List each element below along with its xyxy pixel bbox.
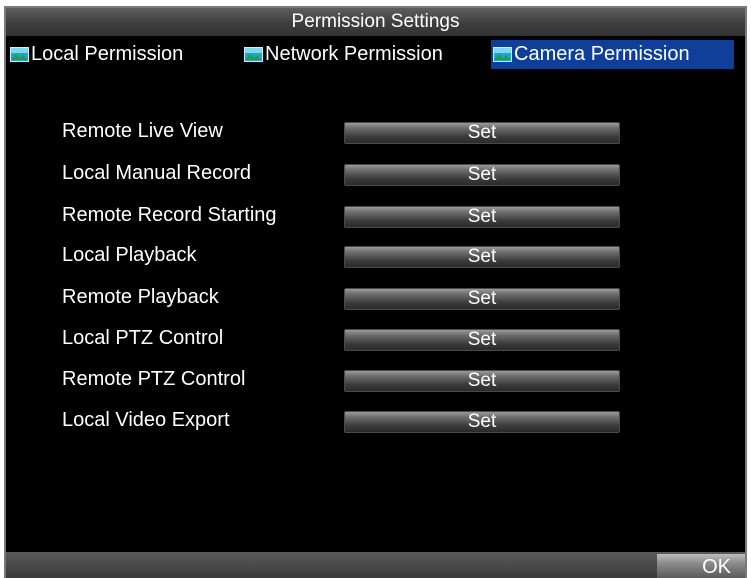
network-icon [244,47,263,62]
set-button-remote-record-starting[interactable]: Set [344,206,620,228]
tab-network-permission[interactable]: Network Permission [242,40,488,69]
permission-label: Remote Live View [62,120,223,142]
set-button-remote-playback[interactable]: Set [344,288,620,310]
ok-button[interactable]: OK [657,554,745,578]
set-button-remote-live-view[interactable]: Set [344,122,620,144]
permission-label: Local Manual Record [62,162,251,184]
tab-camera-permission-label: Camera Permission [514,43,690,65]
network-icon [10,47,29,62]
tab-local-permission[interactable]: Local Permission [8,40,236,69]
permission-label: Local Playback [62,244,197,266]
title-bar: Permission Settings [6,8,745,36]
bottom-bar: OK [6,552,745,578]
permission-label: Local Video Export [62,409,230,431]
network-icon [493,47,512,62]
set-button-remote-ptz-control[interactable]: Set [344,370,620,392]
set-button-local-manual-record[interactable]: Set [344,164,620,186]
dialog-title: Permission Settings [291,11,460,32]
tab-bar: Local Permission Network Permission Came… [6,36,745,72]
permission-label: Remote PTZ Control [62,368,246,390]
tab-network-permission-label: Network Permission [265,43,443,65]
set-button-local-video-export[interactable]: Set [344,411,620,433]
set-button-local-ptz-control[interactable]: Set [344,329,620,351]
permission-settings-dialog: Permission Settings Local Permission Net… [4,6,747,578]
permission-label: Remote Record Starting [62,204,277,226]
permission-label: Local PTZ Control [62,327,224,349]
permission-label: Remote Playback [62,286,219,308]
set-button-local-playback[interactable]: Set [344,246,620,268]
tab-local-permission-label: Local Permission [31,43,184,65]
tab-camera-permission[interactable]: Camera Permission [491,40,734,69]
